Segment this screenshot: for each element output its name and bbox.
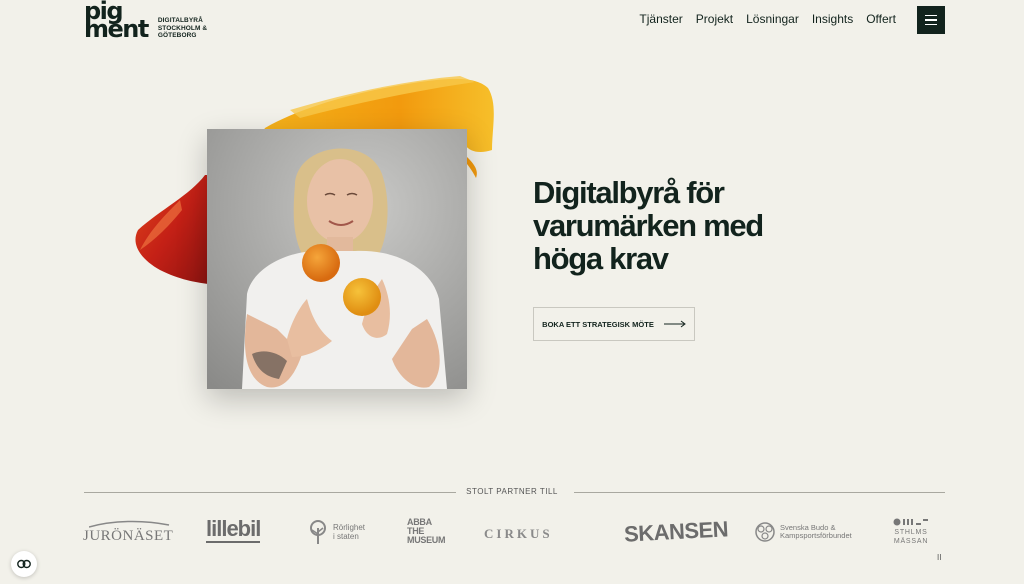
headline-line: höga krav <box>533 241 669 276</box>
woman-juggling-oranges-image <box>207 129 467 389</box>
logo-tagline: DIGITALBYRÅ STOCKHOLM & GÖTEBORG <box>158 17 207 40</box>
nav-item-losningar[interactable]: Lösningar <box>746 12 799 26</box>
hamburger-icon-bar <box>925 19 937 21</box>
partners-title: STOLT PARTNER TILL <box>466 487 558 496</box>
tree-icon <box>310 520 326 544</box>
nav-item-projekt[interactable]: Projekt <box>696 12 733 26</box>
logo-tagline-line: STOCKHOLM & <box>157 24 208 32</box>
nav-item-tjanster[interactable]: Tjänster <box>639 12 682 26</box>
partner-budo-line: Kampsportsförbundet <box>780 531 852 540</box>
partner-logo-abba-museum[interactable]: ABBA THE MUSEUM <box>407 518 446 545</box>
logo-tagline-line: DIGITALBYRÅ <box>157 17 203 24</box>
hamburger-icon <box>925 14 937 17</box>
budo-emblem-icon <box>755 522 775 542</box>
headline-line: Digitalbyrå för <box>533 175 725 210</box>
pigment-logo[interactable]: pig ment DIGITALBYRÅ STOCKHOLM & GÖTEBOR… <box>84 0 207 43</box>
link-icon <box>17 559 31 569</box>
partners-divider-left <box>84 492 456 493</box>
partner-sthlms-line: MÄSSAN <box>893 538 929 545</box>
partner-sthlms-line: STHLMS <box>894 529 928 536</box>
partner-abba-line: MUSEUM <box>407 535 446 545</box>
partner-logo-budo[interactable]: Svenska Budo & Kampsportsförbundet <box>754 521 852 543</box>
partner-logo-skansen[interactable]: SKANSEN <box>623 516 728 547</box>
juronaset-swoosh-icon <box>89 520 170 528</box>
menu-button[interactable] <box>917 6 945 34</box>
hamburger-icon-bar <box>925 23 937 26</box>
partner-logo-juronaset[interactable]: JURÖNÄSET <box>83 520 177 545</box>
partner-logo-rorlighet[interactable]: Rörlighet i staten <box>307 520 365 544</box>
sthlms-pattern-icon <box>893 518 928 526</box>
logo-wordmark: pig ment <box>84 0 149 43</box>
partner-logo-sthlms-massan[interactable]: STHLMS MÄSSAN <box>893 518 929 546</box>
partners-divider-right <box>574 492 945 493</box>
carousel-pause-button[interactable]: II <box>937 553 941 562</box>
partner-logo-lillebil[interactable]: lillebil <box>206 516 261 543</box>
partner-rorlighet-line: Rörlighet <box>333 523 366 532</box>
main-nav: Tjänster Projekt Lösningar Insights Offe… <box>639 12 896 26</box>
cookie-settings-button[interactable] <box>11 551 37 577</box>
nav-item-offert[interactable]: Offert <box>866 12 896 26</box>
logo-tagline-line: GÖTEBORG <box>157 32 197 39</box>
book-meeting-button[interactable]: BOKA ETT STRATEGISK MÖTE <box>533 307 695 341</box>
partner-lillebil-text: lillebil <box>206 516 261 543</box>
headline-line: varumärken med <box>533 208 764 243</box>
nav-item-insights[interactable]: Insights <box>812 12 853 26</box>
hero-headline: Digitalbyrå för varumärken med höga krav <box>533 176 833 275</box>
arrow-right-icon <box>663 320 686 328</box>
cta-label: BOKA ETT STRATEGISK MÖTE <box>542 319 654 329</box>
partner-rorlighet-line: i staten <box>333 532 359 541</box>
partner-logo-cirkus[interactable]: CIRKUS <box>484 526 553 542</box>
partner-juronaset-text: JURÖNÄSET <box>83 528 174 544</box>
hero-photo <box>207 129 467 389</box>
logo-line-2: ment <box>84 15 149 43</box>
